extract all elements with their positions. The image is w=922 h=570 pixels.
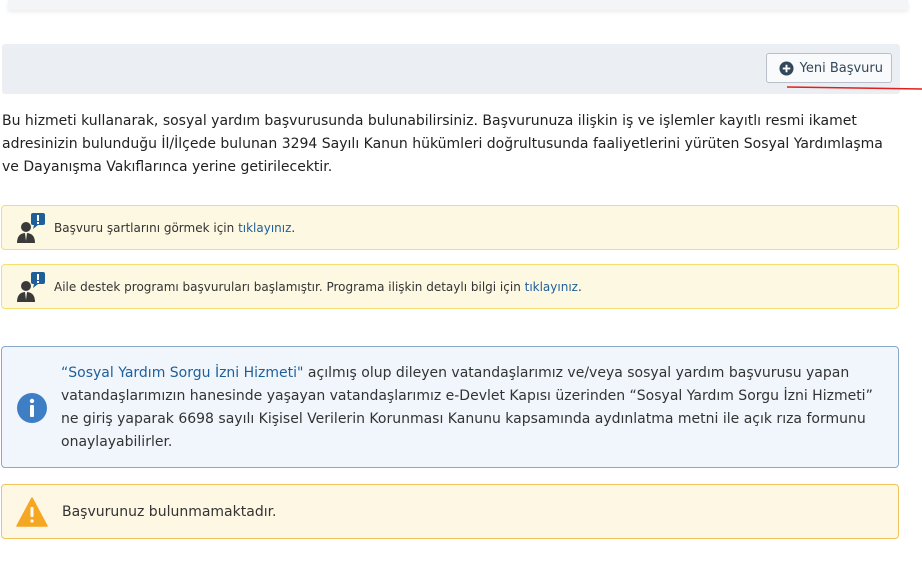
action-toolbar: Yeni Başvuru bbox=[2, 44, 900, 94]
alert-text: Başvuru şartlarını görmek için bbox=[54, 220, 239, 235]
no-application-warning: Başvurunuz bulunmamaktadır. bbox=[1, 484, 899, 539]
alert-text: Aile destek programı başvuruları başlamı… bbox=[54, 279, 525, 294]
new-application-button[interactable]: Yeni Başvuru bbox=[765, 53, 892, 83]
top-header-strip bbox=[8, 0, 908, 10]
requirements-link[interactable]: tıklayınız bbox=[238, 221, 291, 235]
alert-suffix: . bbox=[291, 220, 296, 235]
info-icon bbox=[17, 393, 47, 423]
info-consent-box: “Sosyal Yardım Sorgu İzni Hizmeti" açılm… bbox=[1, 346, 899, 468]
alert-family-support: Aile destek programı başvuruları başlamı… bbox=[1, 264, 899, 309]
intro-paragraph: Bu hizmeti kullanarak, sosyal yardım baş… bbox=[2, 113, 883, 175]
family-support-link[interactable]: tıklayınız bbox=[525, 280, 578, 294]
alert-suffix: . bbox=[577, 279, 582, 294]
warning-icon bbox=[16, 496, 48, 527]
new-application-label: Yeni Başvuru bbox=[799, 60, 883, 76]
person-alert-icon bbox=[17, 212, 45, 243]
query-permission-link[interactable]: “Sosyal Yardım Sorgu İzni Hizmeti" bbox=[61, 365, 303, 381]
person-alert-icon bbox=[17, 271, 45, 302]
info-text: “Sosyal Yardım Sorgu İzni Hizmeti" açılm… bbox=[61, 362, 891, 454]
warning-text: Başvurunuz bulunmamaktadır. bbox=[62, 503, 277, 520]
plus-circle-icon bbox=[779, 60, 794, 76]
alert-application-requirements: Başvuru şartlarını görmek için tıklayını… bbox=[1, 205, 899, 250]
